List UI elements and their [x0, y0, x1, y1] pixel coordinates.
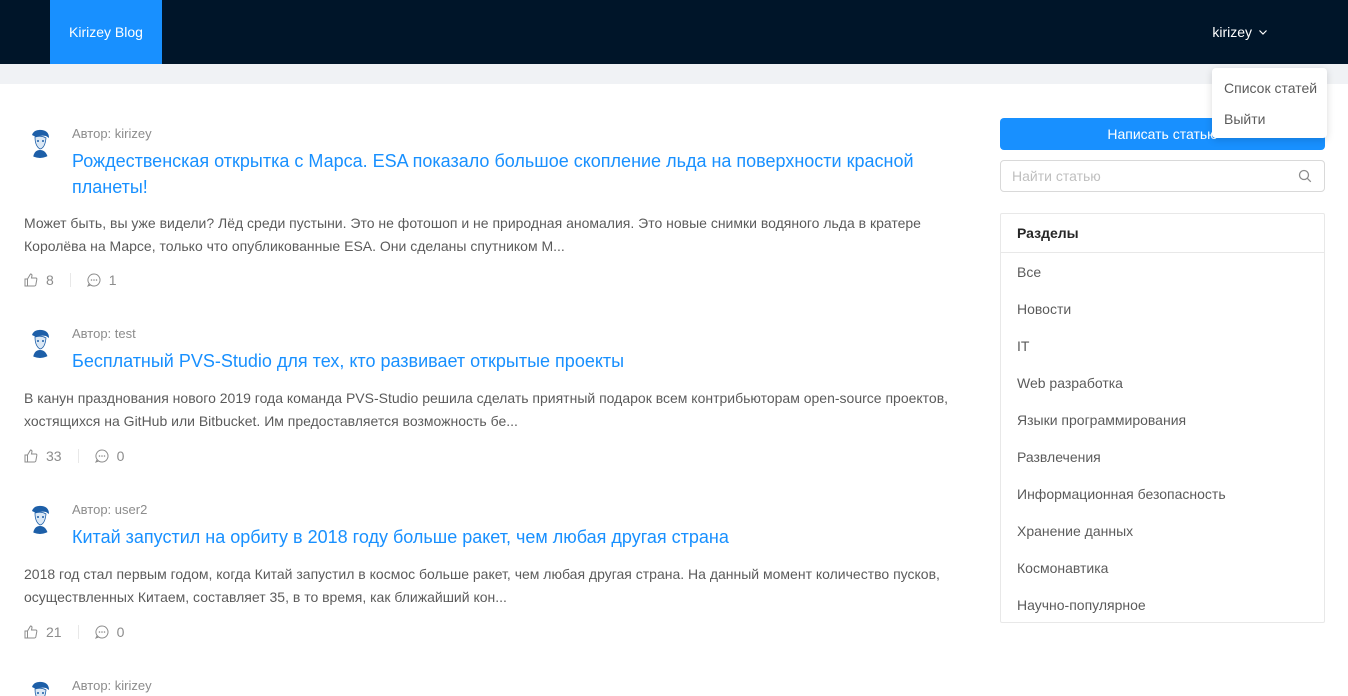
article-item: Автор: kirizey Рождественская открытка с… — [24, 126, 954, 336]
article-author: Автор: kirizey — [72, 126, 152, 141]
user-dropdown-menu: Список статей Выйти — [1212, 68, 1327, 138]
message-icon — [94, 449, 109, 463]
section-item-storage[interactable]: Хранение данных — [1001, 512, 1324, 549]
logo[interactable]: Kirizey Blog — [50, 0, 162, 64]
article-description: 2018 год стал первым годом, когда Китай … — [24, 566, 940, 605]
article-description: Может быть, вы уже видели? Лёд среди пус… — [24, 215, 921, 254]
action-divider — [77, 449, 79, 463]
article-title[interactable]: Китай запустил на орбиту в 2018 году бол… — [72, 524, 952, 550]
sections-title: Разделы — [1001, 214, 1324, 253]
search-icon[interactable] — [1298, 169, 1312, 188]
comment-count: 0 — [116, 448, 125, 464]
section-item-it[interactable]: IT — [1001, 327, 1324, 364]
comment-action[interactable]: 0 — [94, 624, 125, 640]
search-input[interactable] — [1001, 161, 1291, 191]
action-divider — [69, 273, 71, 287]
section-item-web[interactable]: Web разработка — [1001, 364, 1324, 401]
article-description: В канун празднования нового 2019 года ко… — [24, 390, 949, 429]
like-action[interactable]: 8 — [24, 272, 54, 288]
action-divider — [77, 625, 79, 639]
section-item-popular-science[interactable]: Научно-популярное — [1001, 586, 1324, 623]
article-author: Автор: test — [72, 326, 136, 341]
article-title[interactable]: Бесплатный PVS-Studio для тех, кто разви… — [72, 348, 952, 374]
article-item: Автор: user2 Китай запустил на орбиту в … — [24, 502, 954, 662]
article-actions: 33 0 — [24, 448, 124, 464]
section-item-cosmonautics[interactable]: Космонавтика — [1001, 549, 1324, 586]
message-icon — [94, 625, 109, 639]
author-avatar — [24, 126, 56, 158]
menu-item-article-list[interactable]: Список статей — [1212, 72, 1327, 103]
author-avatar — [24, 502, 56, 534]
article-author: Автор: kirizey — [72, 678, 152, 693]
article-actions: 21 0 — [24, 624, 124, 640]
like-action[interactable]: 33 — [24, 448, 62, 464]
sections-card: Разделы Все Новости IT Web разработка Яз… — [1000, 213, 1325, 623]
username: kirizey — [1212, 24, 1252, 40]
section-item-news[interactable]: Новости — [1001, 290, 1324, 327]
comment-count: 1 — [108, 272, 117, 288]
article-actions: 8 1 — [24, 272, 117, 288]
section-item-security[interactable]: Информационная безопасность — [1001, 475, 1324, 512]
main-content: Автор: kirizey Рождественская открытка с… — [0, 84, 1348, 696]
like-count: 21 — [46, 624, 62, 640]
user-menu-trigger[interactable]: kirizey — [1212, 0, 1268, 64]
like-icon — [24, 273, 38, 287]
like-count: 8 — [46, 272, 54, 288]
like-icon — [24, 625, 38, 639]
like-icon — [24, 449, 38, 463]
article-author: Автор: user2 — [72, 502, 148, 517]
like-action[interactable]: 21 — [24, 624, 62, 640]
article-item: Автор: test Бесплатный PVS-Studio для те… — [24, 326, 954, 486]
comment-action[interactable]: 1 — [86, 272, 117, 288]
section-item-entertainment[interactable]: Развлечения — [1001, 438, 1324, 475]
like-count: 33 — [46, 448, 62, 464]
section-item-languages[interactable]: Языки программирования — [1001, 401, 1324, 438]
comment-action[interactable]: 0 — [94, 448, 125, 464]
search-box — [1000, 160, 1325, 192]
article-item: Автор: kirizey — [24, 678, 954, 696]
message-icon — [86, 273, 101, 287]
top-header: Kirizey Blog kirizey — [0, 0, 1348, 64]
menu-item-logout[interactable]: Выйти — [1212, 103, 1327, 134]
section-item-all[interactable]: Все — [1001, 253, 1324, 290]
chevron-down-icon — [1259, 30, 1267, 35]
article-title[interactable]: Рождественская открытка с Марса. ESA пок… — [72, 148, 952, 200]
author-avatar — [24, 678, 56, 696]
author-avatar — [24, 326, 56, 358]
comment-count: 0 — [116, 624, 125, 640]
